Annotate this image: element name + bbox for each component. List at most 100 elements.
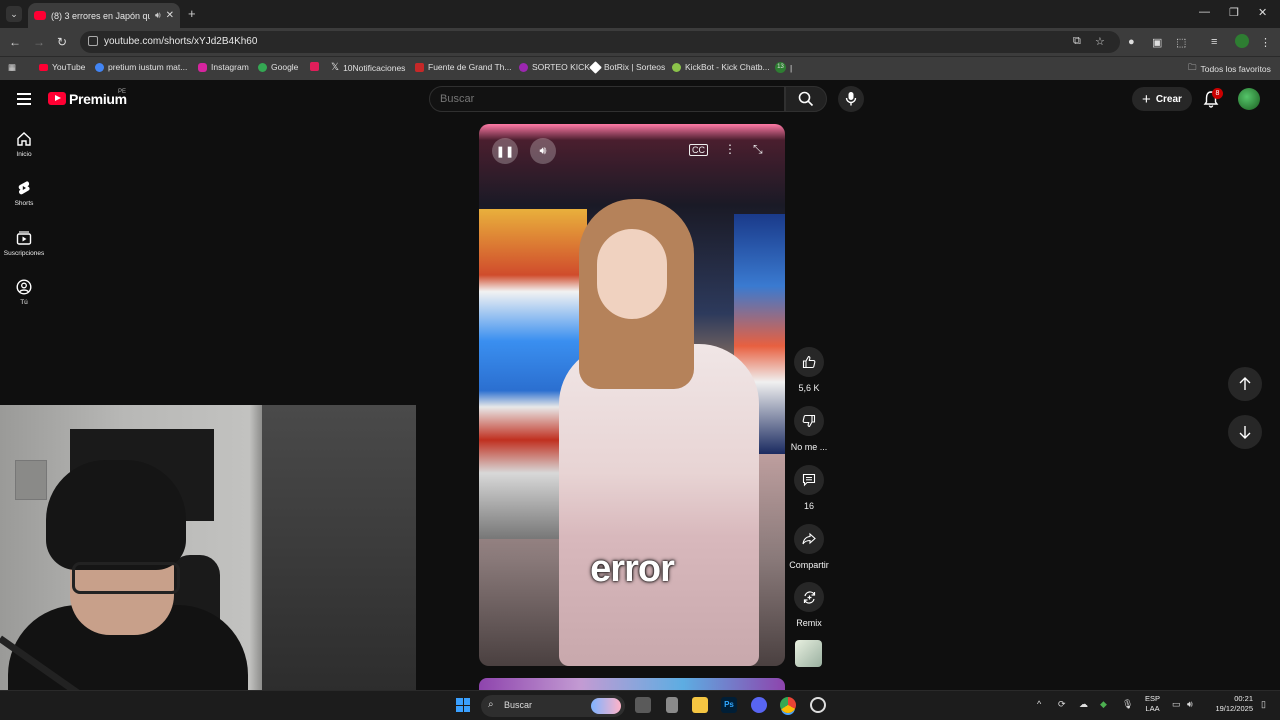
kickbot-icon (672, 62, 681, 72)
forward-icon[interactable]: → (33, 35, 45, 49)
bookmark-pretium[interactable]: pretium iustum mat... (95, 62, 187, 72)
fullscreen-icon[interactable]: ⤡ (753, 142, 763, 157)
media-control-icon[interactable]: ≡ (1211, 36, 1217, 48)
address-bar[interactable]: youtube.com/shorts/xYJd2B4Kh60 ⧉ ☆ (80, 31, 1120, 53)
next-short-button[interactable] (1228, 415, 1262, 449)
photoshop-icon[interactable]: Ps (721, 697, 737, 713)
sidebar-item-shorts[interactable]: Shorts (0, 180, 48, 207)
chrome-icon[interactable] (780, 697, 796, 713)
network-icon[interactable]: ▭ (1172, 699, 1181, 710)
taskbar-clock[interactable]: 00:21 19/12/2025 (1205, 694, 1253, 714)
extension-icon[interactable]: ▣ (1152, 36, 1162, 49)
site-info-icon[interactable] (88, 36, 98, 46)
bookmark-sorteo-kick[interactable]: SORTEO KICK (519, 62, 590, 72)
bookmark-grand-theft[interactable]: Fuente de Grand Th... (415, 62, 511, 72)
tray-icon[interactable]: ⟳ (1058, 699, 1066, 710)
bookmark-kickbot[interactable]: KickBot - Kick Chatb... (672, 62, 770, 72)
like-button[interactable]: 5,6 K (788, 347, 830, 393)
share-label: Compartir (789, 560, 829, 570)
bookmark-10notificaciones[interactable]: 𝕏 10Notificaciones (331, 62, 405, 73)
security-icon[interactable]: ◆ (1100, 699, 1107, 710)
youtube-header: Premium PE + Crear 8 (0, 80, 1280, 118)
onedrive-icon[interactable]: ☁ (1079, 699, 1088, 710)
taskbar-search[interactable]: ⌕ Buscar (481, 695, 625, 717)
bookmark-botrix[interactable]: BotRix | Sorteos (589, 60, 665, 74)
thumbs-down-icon (802, 414, 816, 428)
remix-button[interactable]: Remix (788, 582, 830, 628)
volume-icon: 🔊︎ (539, 144, 547, 157)
tab-close-icon[interactable]: ✕ (166, 10, 174, 21)
google-icon (95, 62, 104, 72)
bookmark-badge[interactable]: 13 | (775, 62, 792, 73)
microphone-icon[interactable]: 🎙︎ (1122, 699, 1133, 710)
volume-icon[interactable]: 🔊︎ (1187, 699, 1193, 710)
obs-icon[interactable] (810, 697, 826, 713)
short-video-player[interactable]: ❚❚ 🔊︎ CC ⋮ ⤡ error (479, 124, 785, 666)
shorts-icon (18, 181, 30, 195)
url-text[interactable]: youtube.com/shorts/xYJd2B4Kh60 (104, 36, 257, 47)
voice-search-button[interactable] (838, 86, 864, 112)
input-language[interactable]: ESP LAA (1145, 694, 1160, 714)
dislike-button[interactable]: No me ... (788, 406, 830, 452)
chevron-up-icon[interactable]: ^ (1037, 699, 1041, 709)
video-frame-person (559, 344, 759, 666)
menu-icon[interactable] (17, 93, 31, 105)
webcam-background (262, 405, 416, 720)
sidebar-item-suscripciones[interactable]: Suscripciones (0, 230, 48, 257)
back-icon[interactable]: ← (9, 35, 21, 49)
previous-short-button[interactable] (1228, 367, 1262, 401)
bookmark-google[interactable]: Google (258, 62, 298, 72)
apps-grid-icon[interactable]: ▦ (8, 62, 16, 73)
logo-region: PE (118, 89, 127, 95)
restore-icon[interactable]: ❐ (1229, 6, 1239, 19)
pause-button[interactable]: ❚❚ (492, 138, 518, 164)
sidebar-item-inicio[interactable]: Inicio (0, 131, 48, 158)
discord-icon[interactable] (751, 697, 767, 713)
task-view-icon[interactable] (635, 697, 651, 713)
browser-profile-avatar[interactable] (1235, 34, 1249, 48)
dislike-label: No me ... (790, 442, 828, 452)
search-input[interactable] (440, 93, 740, 105)
new-tab-icon[interactable]: + (188, 6, 196, 21)
browser-toolbar: ← → ↻ youtube.com/shorts/xYJd2B4Kh60 ⧉ ☆… (0, 28, 1280, 56)
notification-badge: 8 (1212, 88, 1223, 99)
extensions-puzzle-icon[interactable]: ⬚ (1176, 36, 1186, 49)
tab-search-icon[interactable]: ⌄ (6, 6, 22, 22)
share-button[interactable]: Compartir (788, 524, 830, 570)
more-options-icon[interactable]: ⋮ (724, 142, 736, 156)
botrix-icon (589, 60, 602, 74)
webcam-person (46, 460, 186, 570)
youtube-logo-icon[interactable] (48, 92, 66, 105)
create-button[interactable]: + Crear (1132, 87, 1192, 111)
window-close-icon[interactable]: ✕ (1258, 6, 1267, 19)
search-button[interactable] (785, 86, 827, 112)
volume-button[interactable]: 🔊︎ (530, 138, 556, 164)
comments-button[interactable]: 16 (788, 465, 830, 511)
notifications-icon[interactable]: ▯ (1261, 699, 1266, 710)
share-icon (802, 532, 816, 545)
avatar[interactable] (1238, 88, 1260, 110)
install-app-icon[interactable]: ⧉ (1073, 35, 1081, 48)
video-frame-person (597, 229, 667, 319)
bookmark-star-icon[interactable]: ☆ (1095, 35, 1105, 48)
speaker-icon[interactable]: 🔊︎ (155, 10, 161, 21)
captions-icon[interactable]: CC (689, 144, 708, 156)
all-bookmarks-folder[interactable]: 🗀︎ Todos los favoritos (1188, 62, 1271, 76)
sound-thumbnail[interactable] (795, 640, 822, 667)
minimize-icon[interactable]: — (1199, 6, 1210, 18)
browser-tab-active[interactable]: (8) 3 errores en Japón que e 🔊︎ ✕ (28, 3, 180, 28)
app-icon[interactable] (666, 697, 678, 713)
sidebar-item-tu[interactable]: Tú (0, 279, 48, 306)
bookmark-instagram[interactable]: Instagram (198, 62, 249, 72)
browser-tab-bar: ⌄ (8) 3 errores en Japón que e 🔊︎ ✕ + — … (0, 0, 1280, 28)
next-short-preview[interactable] (479, 678, 785, 690)
bookmark-youtube[interactable]: YouTube (39, 62, 85, 72)
windows-start-icon[interactable] (456, 698, 470, 712)
extension-icon[interactable]: ● (1128, 36, 1135, 48)
windows-taskbar: ⌕ Buscar Ps ^ ⟳ ☁ ◆ 🎙︎ ESP LAA ▭ 🔊︎ 00:21… (0, 690, 1280, 720)
reload-icon[interactable]: ↻ (57, 35, 67, 49)
file-explorer-icon[interactable] (692, 697, 708, 713)
search-box[interactable] (429, 86, 785, 112)
bookmark-slack[interactable] (310, 62, 319, 71)
chrome-menu-icon[interactable]: ⋮ (1260, 36, 1271, 49)
